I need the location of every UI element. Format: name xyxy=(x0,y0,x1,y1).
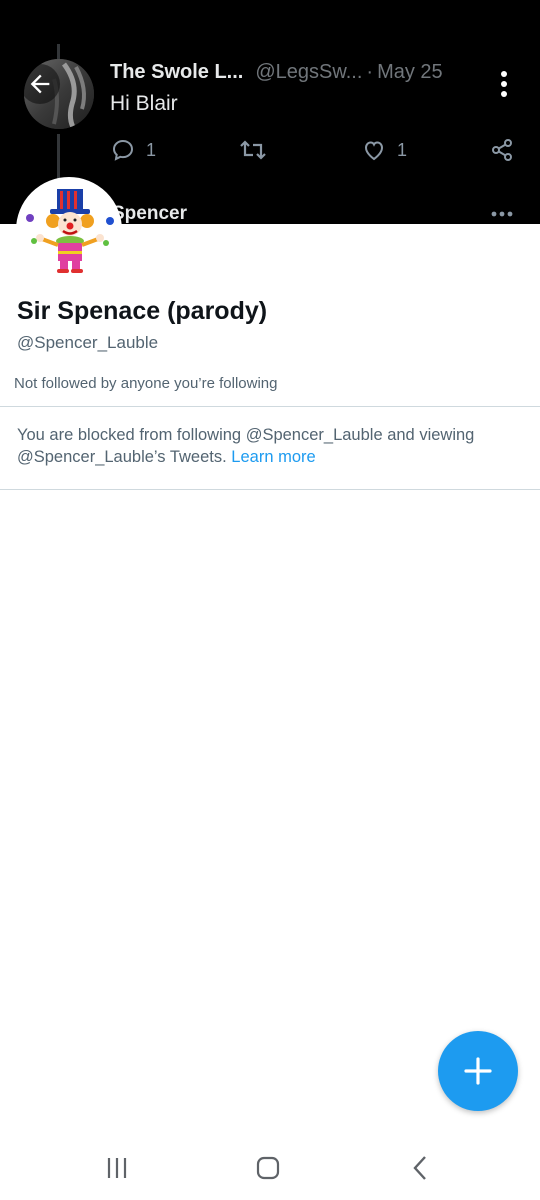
profile-handle: @Spencer_Lauble xyxy=(17,333,159,352)
more-vertical-icon xyxy=(501,71,507,97)
retweet-button[interactable] xyxy=(239,138,267,162)
divider xyxy=(0,406,540,407)
like-button[interactable]: 1 xyxy=(361,138,407,162)
thread-line xyxy=(57,44,60,60)
next-tweet-author: Spencer xyxy=(112,203,187,224)
separator-dot: · xyxy=(366,61,374,83)
profile-display-name: Sir Spenace (parodу) xyxy=(17,297,268,325)
tweet-author-name[interactable]: The Swole L... xyxy=(110,61,243,83)
followed-by-text[interactable]: Not followed by anyone you’re following xyxy=(14,375,278,392)
back-button[interactable] xyxy=(20,64,60,104)
nav-back-button[interactable] xyxy=(400,1148,440,1188)
reply-button[interactable]: 1 xyxy=(110,138,156,162)
back-icon xyxy=(413,1156,426,1180)
home-icon xyxy=(256,1156,280,1180)
retweet-icon xyxy=(240,140,266,160)
tweet-author-handle[interactable]: @LegsSw... xyxy=(255,61,362,83)
reply-count: 1 xyxy=(146,139,157,160)
share-icon xyxy=(492,139,512,161)
nav-recents-button[interactable] xyxy=(97,1148,137,1188)
more-options-button[interactable] xyxy=(484,64,524,104)
learn-more-link[interactable]: Learn more xyxy=(231,448,315,466)
arrow-left-icon xyxy=(30,74,50,94)
tweet-header: The Swole L... @LegsSw... · May 25 xyxy=(110,61,443,84)
plus-icon xyxy=(464,1057,492,1085)
tweet-text: Hi Blair xyxy=(110,92,178,115)
heart-icon xyxy=(364,141,384,161)
blocked-notice: You are blocked from following @Spencer_… xyxy=(17,424,517,468)
reply-icon xyxy=(112,139,134,161)
next-tweet-more-button[interactable] xyxy=(490,205,514,223)
like-count: 1 xyxy=(397,139,408,160)
share-button[interactable] xyxy=(490,138,514,162)
more-horizontal-icon xyxy=(491,211,513,217)
thread-line xyxy=(57,134,60,184)
compose-tweet-button[interactable] xyxy=(438,1031,518,1111)
profile-avatar[interactable] xyxy=(16,177,122,283)
nav-home-button[interactable] xyxy=(248,1148,288,1188)
divider xyxy=(0,489,540,490)
tweet-date[interactable]: May 25 xyxy=(377,61,443,83)
recents-icon xyxy=(107,1158,127,1178)
